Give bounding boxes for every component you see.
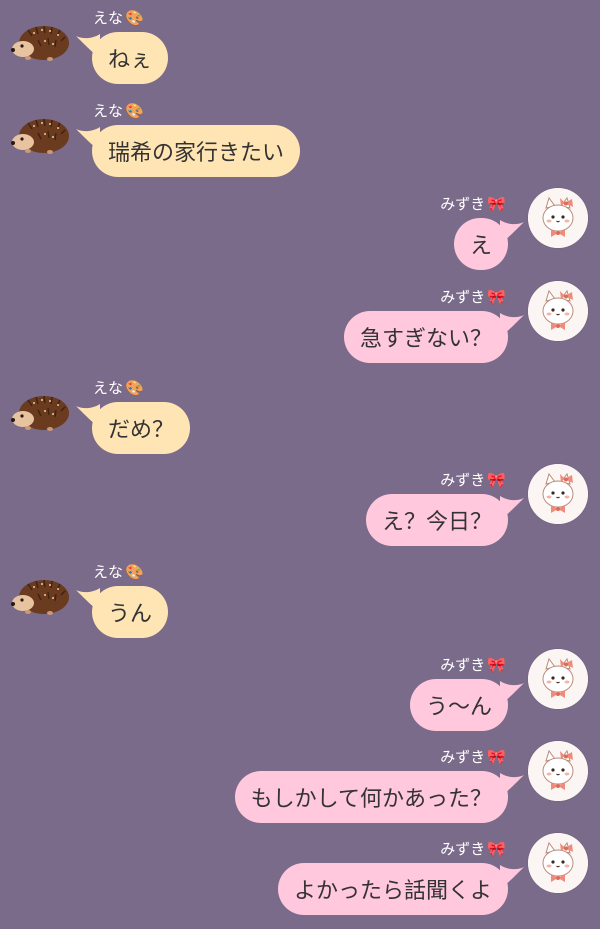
hedgehog-icon[interactable] (8, 109, 74, 159)
ribbon-emoji-icon: 🎀 (487, 840, 506, 858)
chat-area[interactable]: えな 🎨 ねぇ えな 🎨 瑞希の家行きたい みずき 🎀 え みずき 🎀 急すぎな… (0, 0, 600, 923)
palette-emoji-icon: 🎨 (125, 102, 144, 120)
message-row: えな 🎨 瑞希の家行きたい (0, 101, 600, 191)
message-bubble[interactable]: よかったら話聞くよ (277, 863, 508, 915)
sender-name: えな 🎨 (93, 9, 144, 27)
sender-name: みずき 🎀 (440, 288, 506, 306)
kitten-with-bow-icon[interactable] (528, 188, 588, 248)
message-bubble[interactable]: 瑞希の家行きたい (92, 125, 301, 177)
kitten-with-bow-icon[interactable] (528, 649, 588, 709)
message-row: えな 🎨 うん (0, 562, 600, 652)
ribbon-emoji-icon: 🎀 (487, 195, 506, 213)
message-row: えな 🎨 だめ？ (0, 378, 600, 468)
message-bubble[interactable]: 急すぎない？ (343, 311, 508, 363)
sender-name: えな 🎨 (93, 379, 144, 397)
kitten-with-bow-icon[interactable] (528, 281, 588, 341)
message-row: みずき 🎀 よかったら話聞くよ (0, 833, 600, 929)
message-bubble[interactable]: うん (92, 586, 169, 638)
kitten-with-bow-icon[interactable] (528, 833, 588, 893)
message-row: みずき 🎀 え (0, 188, 600, 284)
hedgehog-icon[interactable] (8, 16, 74, 66)
sender-name: えな 🎨 (93, 102, 144, 120)
message-bubble[interactable]: だめ？ (92, 402, 191, 454)
sender-name: みずき 🎀 (440, 748, 506, 766)
kitten-with-bow-icon[interactable] (528, 464, 588, 524)
message-row: みずき 🎀 う〜ん (0, 649, 600, 745)
ribbon-emoji-icon: 🎀 (487, 656, 506, 674)
message-row: えな 🎨 ねぇ (0, 8, 600, 98)
palette-emoji-icon: 🎨 (125, 379, 144, 397)
message-row: みずき 🎀 もしかして何かあった？ (0, 741, 600, 837)
palette-emoji-icon: 🎨 (125, 563, 144, 581)
message-bubble[interactable]: もしかして何かあった？ (234, 771, 508, 823)
sender-name: えな 🎨 (93, 563, 144, 581)
ribbon-emoji-icon: 🎀 (487, 288, 506, 306)
sender-name: みずき 🎀 (440, 471, 506, 489)
sender-name: みずき 🎀 (440, 840, 506, 858)
message-bubble[interactable]: ねぇ (92, 32, 169, 84)
sender-name: みずき 🎀 (440, 656, 506, 674)
kitten-with-bow-icon[interactable] (528, 741, 588, 801)
message-bubble[interactable]: え？今日？ (365, 494, 508, 546)
hedgehog-icon[interactable] (8, 386, 74, 436)
palette-emoji-icon: 🎨 (125, 9, 144, 27)
message-bubble[interactable]: え (453, 218, 508, 270)
hedgehog-icon[interactable] (8, 570, 74, 620)
sender-name: みずき 🎀 (440, 195, 506, 213)
ribbon-emoji-icon: 🎀 (487, 748, 506, 766)
message-bubble[interactable]: う〜ん (409, 679, 508, 731)
message-row: みずき 🎀 え？今日？ (0, 464, 600, 560)
ribbon-emoji-icon: 🎀 (487, 471, 506, 489)
message-row: みずき 🎀 急すぎない？ (0, 281, 600, 377)
